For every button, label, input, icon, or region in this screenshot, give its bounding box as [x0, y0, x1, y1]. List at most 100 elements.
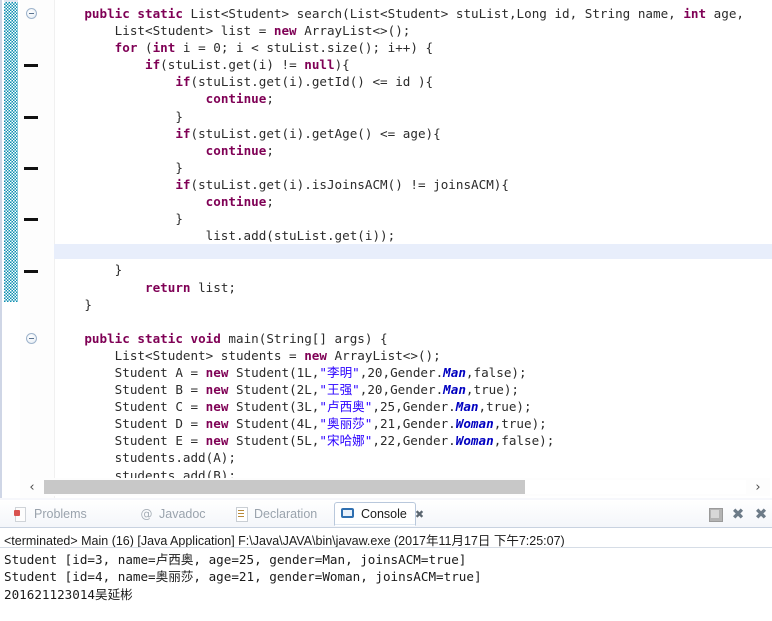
code-token: } [54, 296, 92, 312]
code-token: Student(2L, [228, 382, 320, 398]
code-token: new [205, 416, 229, 432]
gutter-marker[interactable] [24, 166, 38, 170]
code-line[interactable]: continue; [54, 90, 772, 107]
editor-code-area[interactable]: public static List<Student> search(List<… [54, 0, 772, 488]
code-token: Student(5L, [228, 433, 320, 449]
annotation-overview-ruler[interactable] [4, 2, 18, 302]
code-line[interactable]: if(stuList.get(i) != null){ [54, 56, 772, 73]
code-line[interactable]: return list; [54, 279, 772, 296]
code-fold-collapse-icon[interactable] [26, 332, 37, 344]
code-line[interactable]: } [54, 210, 772, 227]
code-line[interactable]: Student C = new Student(3L,"卢西奥",25,Gend… [54, 398, 772, 415]
code-line[interactable]: continue; [54, 142, 772, 159]
code-line[interactable]: if(stuList.get(i).getId() <= id ){ [54, 73, 772, 90]
editor-folding-gutter[interactable] [20, 0, 55, 498]
code-token: for [114, 40, 138, 56]
code-token: ,22,Gender. [372, 433, 456, 449]
code-token: (stuList.get(i).isJoinsACM() != joinsACM… [190, 176, 509, 192]
editor-horizontal-scrollbar[interactable]: ‹ › [20, 478, 770, 496]
code-token: int [152, 40, 176, 56]
code-line[interactable]: Student D = new Student(4L,"奥丽莎",21,Gend… [54, 415, 772, 432]
code-token: ,20,Gender. [359, 364, 444, 380]
code-line[interactable]: if(stuList.get(i).getAge() <= age){ [54, 125, 772, 142]
view-toolbar: ✖ ✖ [708, 504, 768, 524]
scrollbar-track[interactable] [44, 480, 746, 494]
code-token: ,true); [493, 416, 547, 432]
code-token: if [145, 57, 161, 73]
console-output-line: Student [id=3, name=卢西奥, age=25, gender=… [4, 552, 467, 567]
code-line[interactable]: } [54, 159, 772, 176]
code-line[interactable]: public static List<Student> search(List<… [54, 5, 772, 22]
code-line[interactable]: } [54, 261, 772, 278]
tab-problems[interactable]: Problems [8, 502, 93, 526]
code-token: i = 0; i < stuList.size(); i++) { [175, 40, 434, 56]
code-line[interactable]: } [54, 108, 772, 125]
console-output-line: Student [id=4, name=奥丽莎, age=21, gender=… [4, 569, 482, 585]
console-launch-header: <terminated> Main (16) [Java Application… [0, 528, 772, 548]
code-token: ,20,Gender. [359, 382, 444, 398]
code-line[interactable]: } [54, 244, 772, 261]
code-line[interactable]: for (int i = 0; i < stuList.size(); i++)… [54, 39, 772, 56]
gutter-marker[interactable] [24, 269, 38, 273]
scroll-left-arrow-icon[interactable]: ‹ [20, 478, 44, 496]
scroll-right-arrow-icon[interactable]: › [746, 478, 770, 496]
code-token: new [304, 347, 327, 363]
code-line[interactable]: List<Student> list = new ArrayList<>(); [54, 22, 772, 39]
tab-declaration[interactable]: Declaration [228, 502, 323, 526]
code-token: if [175, 74, 191, 90]
terminate-icon[interactable] [708, 507, 723, 522]
code-token: ,25,Gender. [372, 399, 456, 415]
code-token: List<Student> search(List<Student> stuLi… [190, 6, 684, 21]
tab-javadoc-label: Javadoc [159, 507, 206, 521]
code-line[interactable]: public static void main(String[] args) { [54, 330, 772, 347]
code-token: ( [137, 40, 153, 56]
code-line[interactable]: list.add(stuList.get(i)); [54, 227, 772, 244]
scrollbar-thumb[interactable] [44, 480, 525, 494]
code-token: ){ [334, 57, 350, 73]
code-token: ArrayList<>(); [326, 347, 441, 363]
code-token: int [683, 6, 707, 21]
code-token: ,false); [493, 433, 555, 449]
console-output[interactable]: Student [id=3, name=卢西奥, age=25, gender=… [0, 549, 772, 621]
code-line[interactable]: List<Student> students = new ArrayList<>… [54, 347, 772, 364]
eclipse-ide-window: public static List<Student> search(List<… [0, 0, 772, 621]
code-token: return [145, 279, 191, 295]
tab-problems-label: Problems [34, 507, 87, 521]
code-line[interactable]: } [54, 296, 772, 313]
code-line[interactable]: continue; [54, 193, 772, 210]
code-line[interactable]: Student B = new Student(2L,"王强",20,Gende… [54, 381, 772, 398]
code-token: "李明" [319, 364, 360, 380]
tab-declaration-label: Declaration [254, 507, 318, 521]
code-line[interactable]: students.add(A); [54, 449, 772, 466]
close-icon[interactable]: ✖ [415, 508, 424, 521]
remove-launch-icon[interactable]: ✖ [731, 507, 745, 522]
code-token: public static void [84, 330, 229, 346]
code-token: continue [205, 91, 267, 107]
code-token: Man [455, 399, 479, 415]
gutter-marker[interactable] [24, 115, 38, 119]
code-line[interactable]: Student E = new Student(5L,"宋哈娜",22,Gend… [54, 432, 772, 449]
code-line[interactable] [54, 313, 772, 330]
gutter-marker[interactable] [24, 64, 38, 68]
code-token: Student E = [54, 433, 206, 449]
code-token: Student D = [54, 416, 206, 432]
code-token: ,true); [478, 399, 532, 415]
javadoc-icon: @ [140, 507, 153, 521]
tab-javadoc[interactable]: @ Javadoc [133, 502, 212, 526]
tab-console[interactable]: Console ✖ [334, 502, 424, 526]
code-token: List<Student> list = [54, 23, 274, 39]
remove-all-terminated-icon[interactable]: ✖ [754, 507, 768, 522]
code-token: new [205, 399, 229, 415]
code-line[interactable]: if(stuList.get(i).isJoinsACM() != joinsA… [54, 176, 772, 193]
code-token: Woman [455, 433, 494, 449]
code-line[interactable]: Student A = new Student(1L,"李明",20,Gende… [54, 364, 772, 381]
code-token: new [273, 23, 297, 39]
code-token: Student(1L, [228, 364, 320, 380]
code-fold-collapse-icon[interactable] [26, 8, 37, 19]
java-editor[interactable]: public static List<Student> search(List<… [0, 0, 772, 498]
gutter-marker[interactable] [24, 218, 38, 222]
